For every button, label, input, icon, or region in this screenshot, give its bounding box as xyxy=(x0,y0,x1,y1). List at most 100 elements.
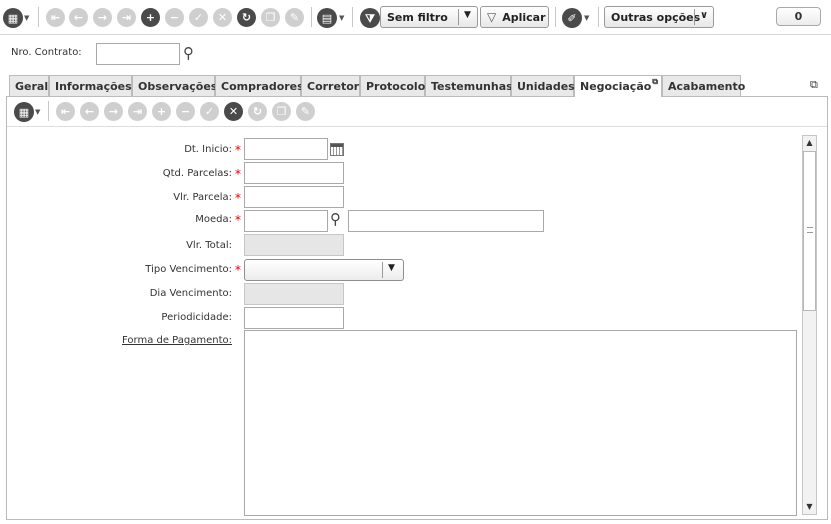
tab-label: Geral xyxy=(15,79,49,93)
first-record-icon[interactable]: ⇤ xyxy=(56,102,75,121)
forma-pagamento-textarea[interactable] xyxy=(244,330,797,516)
tab-negociacao[interactable]: Negociação ⧉ xyxy=(574,75,662,97)
scrollbar-thumb[interactable] xyxy=(803,151,816,311)
grid-view-icon[interactable]: ▦ xyxy=(3,8,23,28)
tipo-vencimento-label: Tipo Vencimento: xyxy=(145,264,232,275)
next-record-icon[interactable]: → xyxy=(104,102,123,121)
edit-icon[interactable]: ✎ xyxy=(285,8,304,27)
wrench-icon[interactable]: ✐ xyxy=(562,8,582,28)
cancel-icon[interactable]: ✕ xyxy=(224,102,243,121)
detach-window-icon[interactable]: ⧉ xyxy=(810,78,818,92)
tab-acabamento[interactable]: Acabamento xyxy=(662,75,745,96)
copy-icon[interactable]: ❐ xyxy=(261,8,280,27)
scroll-down-icon[interactable]: ▼ xyxy=(803,500,816,514)
document-icon[interactable]: ▤ xyxy=(317,8,337,28)
periodicidade-input[interactable] xyxy=(244,307,344,329)
remove-icon[interactable]: − xyxy=(165,8,184,27)
tab-compradores[interactable]: Compradores xyxy=(215,75,304,96)
tab-geral[interactable]: Geral xyxy=(9,75,49,96)
refresh-icon[interactable]: ↻ xyxy=(248,102,267,121)
copy-icon[interactable]: ❐ xyxy=(272,102,291,121)
chevron-down-icon[interactable]: ▼ xyxy=(464,10,471,20)
moeda-label: Moeda: xyxy=(195,214,232,225)
confirm-icon[interactable]: ✓ xyxy=(200,102,219,121)
grid-view-icon[interactable]: ▦ xyxy=(14,102,34,122)
tab-label: Observações xyxy=(138,79,218,93)
apply-button[interactable]: ▽ Aplicar xyxy=(480,6,549,28)
filter-select[interactable]: Sem filtro ▼ xyxy=(380,6,478,28)
required-marker: * xyxy=(235,191,241,205)
more-options-button[interactable]: Outras opções ∨ xyxy=(604,6,714,28)
next-record-icon[interactable]: → xyxy=(93,8,112,27)
filter-dropdown-divider xyxy=(458,9,459,25)
scroll-up-icon[interactable]: ▲ xyxy=(803,136,816,150)
chevron-down-icon[interactable]: ∨ xyxy=(700,10,708,21)
moeda-input[interactable] xyxy=(244,210,328,232)
filter-icon[interactable]: ⧩ xyxy=(360,8,380,28)
required-marker: * xyxy=(235,143,241,157)
select-divider xyxy=(382,262,383,278)
confirm-icon[interactable]: ✓ xyxy=(189,8,208,27)
required-marker: * xyxy=(235,167,241,181)
forma-pagamento-label[interactable]: Forma de Pagamento: xyxy=(60,335,232,346)
remove-icon[interactable]: − xyxy=(176,102,195,121)
previous-record-icon[interactable]: ← xyxy=(69,8,88,27)
tab-label: Unidades xyxy=(517,79,575,93)
chevron-down-icon[interactable]: ▼ xyxy=(24,13,31,23)
filter-select-value: Sem filtro xyxy=(387,10,448,24)
chevron-down-icon[interactable]: ▼ xyxy=(35,107,42,117)
search-icon[interactable]: ⚲ xyxy=(330,210,341,228)
last-record-icon[interactable]: ⇥ xyxy=(117,8,136,27)
qtd-parcelas-input[interactable] xyxy=(244,162,344,184)
more-options-divider xyxy=(694,9,695,25)
moeda-description-input[interactable] xyxy=(348,210,544,232)
qtd-parcelas-label: Qtd. Parcelas: xyxy=(162,168,232,179)
tab-corretor[interactable]: Corretor xyxy=(301,75,360,96)
add-icon[interactable]: + xyxy=(152,102,171,121)
popout-icon[interactable]: ⧉ xyxy=(652,77,658,87)
tab-observacoes[interactable]: Observações xyxy=(132,75,218,96)
vertical-scrollbar[interactable]: ▲ ▼ xyxy=(802,135,817,515)
required-marker: * xyxy=(235,213,241,227)
previous-record-icon[interactable]: ← xyxy=(80,102,99,121)
toolbar-divider xyxy=(352,7,353,27)
record-count-value: 0 xyxy=(794,10,803,23)
funnel-icon: ▽ xyxy=(487,10,497,24)
more-options-label: Outras opções xyxy=(611,10,701,24)
vlr-total-input xyxy=(244,234,344,256)
tab-label: Protocolo xyxy=(366,79,426,93)
last-record-icon[interactable]: ⇥ xyxy=(128,102,147,121)
chevron-down-icon[interactable]: ▼ xyxy=(584,13,591,23)
chevron-down-icon[interactable]: ▼ xyxy=(388,263,395,273)
tab-label: Acabamento xyxy=(668,79,746,93)
cancel-icon[interactable]: ✕ xyxy=(213,8,232,27)
chevron-down-icon[interactable]: ▼ xyxy=(339,13,346,23)
inner-toolbar-border xyxy=(7,126,827,127)
vlr-parcela-label: Vlr. Parcela: xyxy=(173,192,232,203)
contract-label: Nro. Contrato: xyxy=(11,47,82,58)
toolbar-divider xyxy=(555,7,556,27)
periodicidade-label: Periodicidade: xyxy=(161,312,232,323)
contract-input[interactable] xyxy=(96,43,180,65)
edit-icon[interactable]: ✎ xyxy=(296,102,315,121)
search-icon[interactable]: ⚲ xyxy=(183,44,194,62)
calendar-icon[interactable] xyxy=(330,143,344,156)
tab-protocolo[interactable]: Protocolo xyxy=(360,75,425,96)
add-icon[interactable]: + xyxy=(141,8,160,27)
toolbar-divider xyxy=(48,101,49,121)
apply-button-label: Aplicar xyxy=(502,10,546,24)
thumb-grip-icon xyxy=(807,227,813,233)
tab-unidades[interactable]: Unidades xyxy=(511,75,575,96)
vlr-total-label: Vlr. Total: xyxy=(186,240,232,251)
tab-testemunhas[interactable]: Testemunhas xyxy=(425,75,513,96)
dt-inicio-input[interactable] xyxy=(244,138,328,160)
dt-inicio-label: Dt. Inicio: xyxy=(184,144,232,155)
calendar-header xyxy=(331,144,343,147)
vlr-parcela-input[interactable] xyxy=(244,186,344,208)
refresh-icon[interactable]: ↻ xyxy=(237,8,256,27)
tab-informacoes[interactable]: Informações xyxy=(49,75,132,96)
dia-vencimento-input xyxy=(244,283,344,305)
first-record-icon[interactable]: ⇤ xyxy=(46,8,65,27)
toolbar-bottom-border xyxy=(0,34,831,35)
tipo-vencimento-select[interactable]: ▼ xyxy=(244,259,404,281)
